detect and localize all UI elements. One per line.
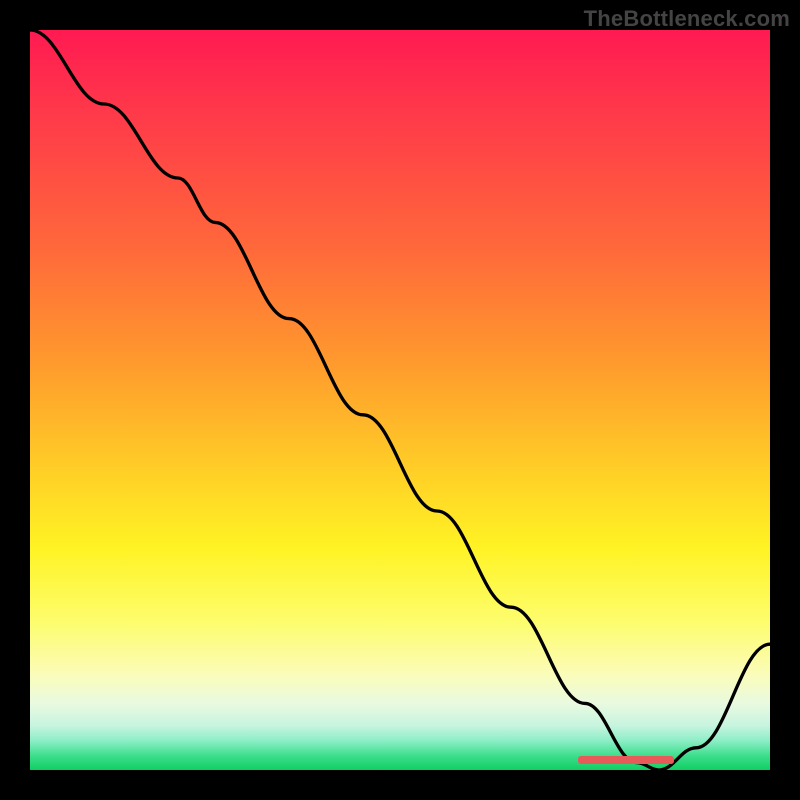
- optimum-marker: [578, 756, 674, 764]
- plot-area: [30, 30, 770, 770]
- line-svg: [30, 30, 770, 770]
- watermark-label: TheBottleneck.com: [584, 6, 790, 32]
- curve-line: [30, 30, 770, 770]
- chart-frame: TheBottleneck.com: [0, 0, 800, 800]
